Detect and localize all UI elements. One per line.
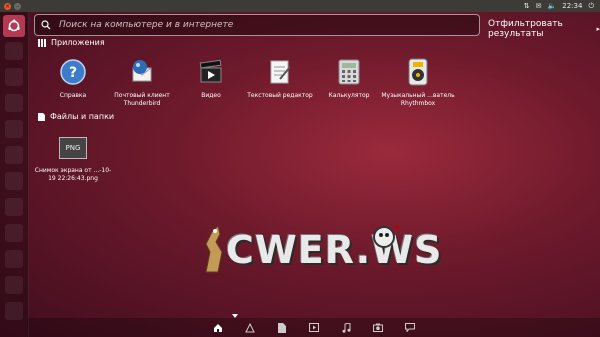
clock[interactable]: 22:34 [562,2,582,10]
launcher-writer-icon[interactable] [5,94,23,112]
files-lens-icon [278,322,286,333]
chevron-right-icon: ▸ [596,25,600,33]
app-text-editor[interactable]: Текстовый редактор [241,58,319,100]
top-panel: × – ⇅ ✉ 🔈 22:34 ⏻ [0,0,600,12]
file-item[interactable]: PNG Снимок экрана от ...-10-19 22:26:43.… [34,136,112,183]
launcher-software-center-icon[interactable] [5,172,23,190]
app-label: Музыкальный ...ватель Rhythmbox [381,92,455,107]
svg-text:?: ? [69,65,77,81]
applications-section-header[interactable]: Приложения [38,38,105,47]
camera-icon [373,323,383,332]
filter-results-button[interactable]: Отфильтровать результаты ▸ [488,19,600,39]
music-lens-button[interactable] [341,322,351,333]
calculator-icon [335,58,363,86]
photos-lens-button[interactable] [373,323,383,333]
app-thunderbird[interactable]: Почтовый клиент Thunderbird [103,58,181,108]
app-label: Справка [59,92,87,99]
applications-section-title: Приложения [51,38,105,47]
applications-lens-button[interactable] [245,322,255,333]
system-tray: ⇅ ✉ 🔈 22:34 ⏻ [524,0,594,12]
launcher-amazon-icon[interactable] [5,224,23,242]
music-note-icon [342,322,350,333]
minimize-window-button[interactable]: – [14,2,21,10]
volume-icon[interactable]: 🔈 [548,2,557,10]
png-file-icon: PNG [59,136,87,160]
help-icon: ? [59,58,87,86]
rhythmbox-icon [404,58,432,86]
files-lens-button[interactable] [277,322,287,333]
home-icon [214,323,222,332]
applications-lens-icon [245,322,255,332]
network-icon[interactable]: ✉ [536,2,542,10]
power-icon[interactable]: ⏻ [588,2,594,11]
launcher [0,12,29,337]
file-type-badge: PNG [59,137,87,159]
close-icon: × [4,2,11,10]
launcher-ubuntu-one-icon[interactable] [5,198,23,216]
mascot-bird-icon [373,225,400,248]
filter-results-label: Отфильтровать результаты [488,19,563,39]
dash-home-button[interactable] [3,15,25,37]
home-lens-button[interactable] [213,323,223,333]
minimize-icon: – [16,2,19,10]
social-lens-button[interactable] [405,323,415,333]
files-category-icon [38,112,45,121]
app-video[interactable]: Видео [172,58,250,100]
ubuntu-logo-icon [8,19,20,32]
app-rhythmbox[interactable]: Музыкальный ...ватель Rhythmbox [379,58,457,108]
applications-category-icon [38,38,46,47]
files-section-title: Файлы и папки [50,112,115,121]
file-label: Снимок экрана от ...-10-19 22:26:43.png [34,167,112,182]
launcher-calc-icon[interactable] [5,120,23,138]
launcher-firefox-icon[interactable] [5,68,23,86]
app-label: Текстовый редактор [247,92,313,99]
close-window-button[interactable]: × [4,2,11,10]
search-icon [41,20,51,30]
launcher-impress-icon[interactable] [5,146,23,164]
sort-icon[interactable]: ⇅ [524,2,530,10]
files-section-header[interactable]: Файлы и папки [38,112,114,121]
app-label: Видео [201,92,221,99]
video-lens-button[interactable] [309,323,319,333]
text-editor-icon [266,58,294,86]
thunderbird-icon [128,58,156,86]
lens-bar [28,318,600,337]
watermark-text: CWER.WS [226,228,443,272]
launcher-settings-icon[interactable] [5,276,23,294]
cwer-watermark: CWER.WS [200,222,441,278]
search-input[interactable] [57,19,461,31]
speech-bubble-icon [405,323,415,332]
dash-search-bar[interactable] [34,14,480,36]
app-label: Почтовый клиент Thunderbird [114,92,170,107]
coyote-mascot-icon [205,225,223,273]
app-calculator[interactable]: Калькулятор [310,58,388,100]
launcher-files-icon[interactable] [5,42,23,60]
app-help[interactable]: ? Справка [34,58,112,100]
launcher-trash-icon[interactable] [5,302,23,320]
video-icon [197,58,225,86]
launcher-ubuntu-one-music-icon[interactable] [5,250,23,268]
video-lens-icon [309,323,319,332]
app-label: Калькулятор [328,92,370,99]
